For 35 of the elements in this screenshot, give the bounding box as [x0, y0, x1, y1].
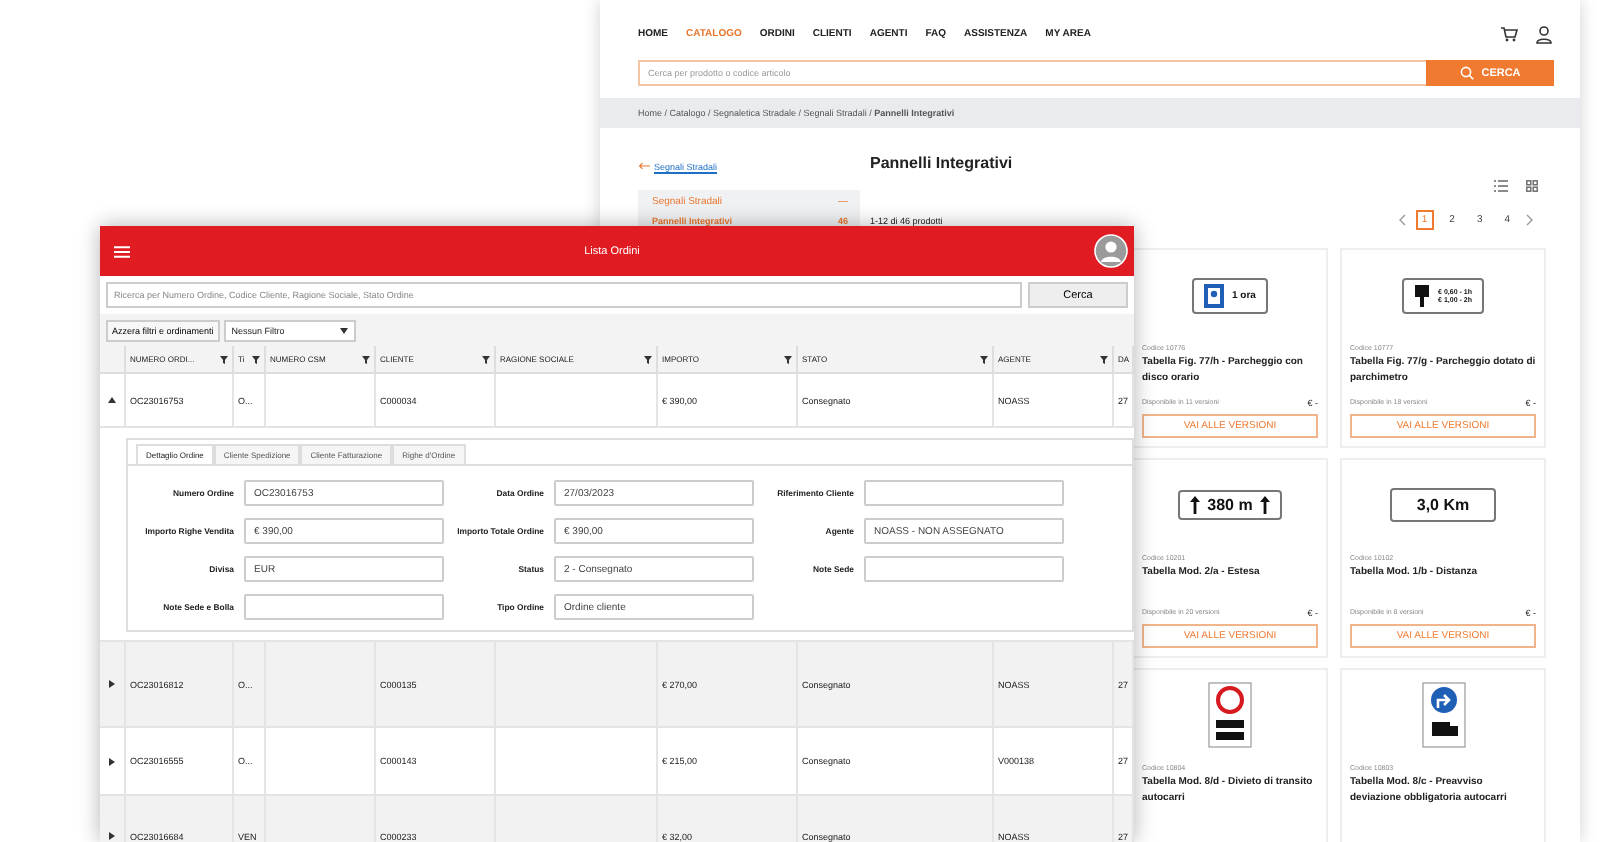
truck-detour-sign-drawing: [1421, 682, 1465, 748]
arrow-up-icon: [1189, 496, 1200, 514]
form-field[interactable]: [244, 594, 444, 620]
filter-icon[interactable]: [784, 355, 792, 363]
form-field[interactable]: [864, 480, 1064, 506]
sign-text: 380 m: [1207, 496, 1253, 514]
parking-meter-icon: [1414, 283, 1431, 307]
chevron-right-icon[interactable]: [1526, 214, 1534, 226]
form-field[interactable]: [864, 556, 1064, 582]
menu-icon[interactable]: [114, 245, 130, 257]
arrow-left-icon: [638, 162, 650, 170]
collapse-icon[interactable]: [108, 396, 116, 404]
filter-icon[interactable]: [482, 355, 490, 363]
grid-view-icon[interactable]: [1526, 180, 1538, 192]
expand-icon[interactable]: [108, 680, 116, 688]
parking-icon: [1204, 283, 1225, 307]
page-title: Pannelli Integrativi: [870, 154, 1015, 172]
no-trucks-sign-drawing: [1208, 682, 1252, 748]
filter-icon[interactable]: [644, 355, 652, 363]
user-icon[interactable]: [1536, 25, 1552, 43]
filter-icon[interactable]: [362, 355, 370, 363]
filter-icon[interactable]: [980, 355, 988, 363]
sign-text: 3,0 Km: [1416, 496, 1470, 514]
filter-icon[interactable]: [220, 355, 228, 363]
filter-icon[interactable]: [1100, 355, 1108, 363]
caret-icon: [339, 328, 348, 334]
filter-icon[interactable]: [252, 355, 260, 363]
search-icon: [1459, 66, 1474, 80]
list-view-icon[interactable]: [1494, 180, 1508, 192]
expand-icon[interactable]: [108, 757, 116, 765]
cart-icon[interactable]: [1500, 26, 1518, 42]
chevron-left-icon[interactable]: [1397, 214, 1406, 226]
expand-icon[interactable]: [108, 832, 116, 840]
avatar-icon[interactable]: [1093, 234, 1128, 268]
arrow-up-icon: [1260, 496, 1271, 514]
